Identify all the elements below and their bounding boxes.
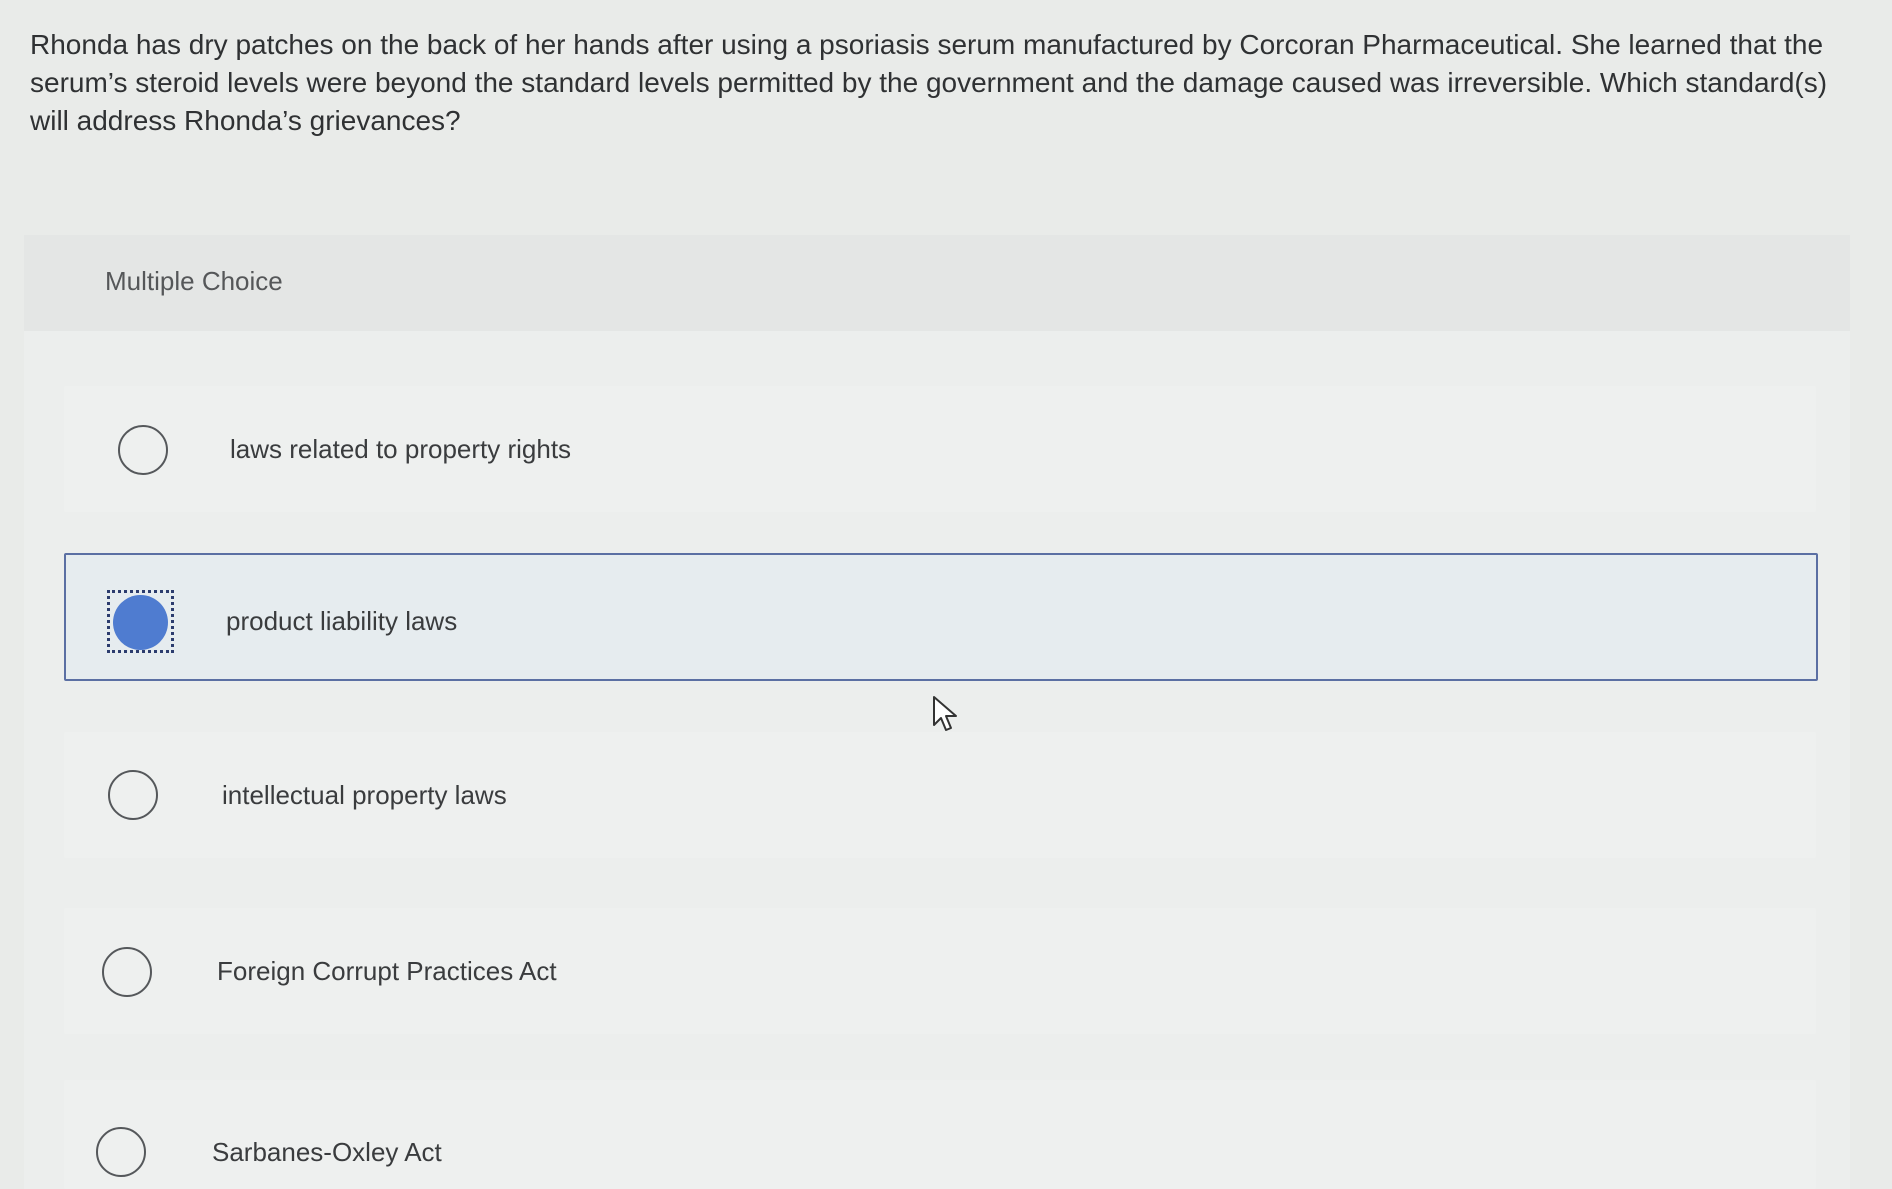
option-row-5[interactable]	[64, 1080, 1816, 1189]
question-text: Rhonda has dry patches on the back of he…	[30, 29, 1828, 136]
option-label-2[interactable]: product liability laws	[226, 606, 457, 637]
multiple-choice-header	[24, 235, 1850, 331]
radio-button-1[interactable]	[118, 425, 168, 475]
radio-button-3[interactable]	[108, 770, 158, 820]
radio-button-2-selected[interactable]	[107, 590, 174, 653]
option-label-3[interactable]: intellectual property laws	[222, 780, 507, 811]
option-label-1[interactable]: laws related to property rights	[230, 434, 571, 465]
radio-button-5[interactable]	[96, 1127, 146, 1177]
mouse-pointer-icon	[933, 696, 957, 731]
option-label-4[interactable]: Foreign Corrupt Practices Act	[217, 956, 557, 987]
option-label-5[interactable]: Sarbanes-Oxley Act	[212, 1137, 442, 1168]
selected-dot-icon	[113, 595, 168, 650]
radio-button-4[interactable]	[102, 947, 152, 997]
multiple-choice-label: Multiple Choice	[105, 266, 283, 296]
